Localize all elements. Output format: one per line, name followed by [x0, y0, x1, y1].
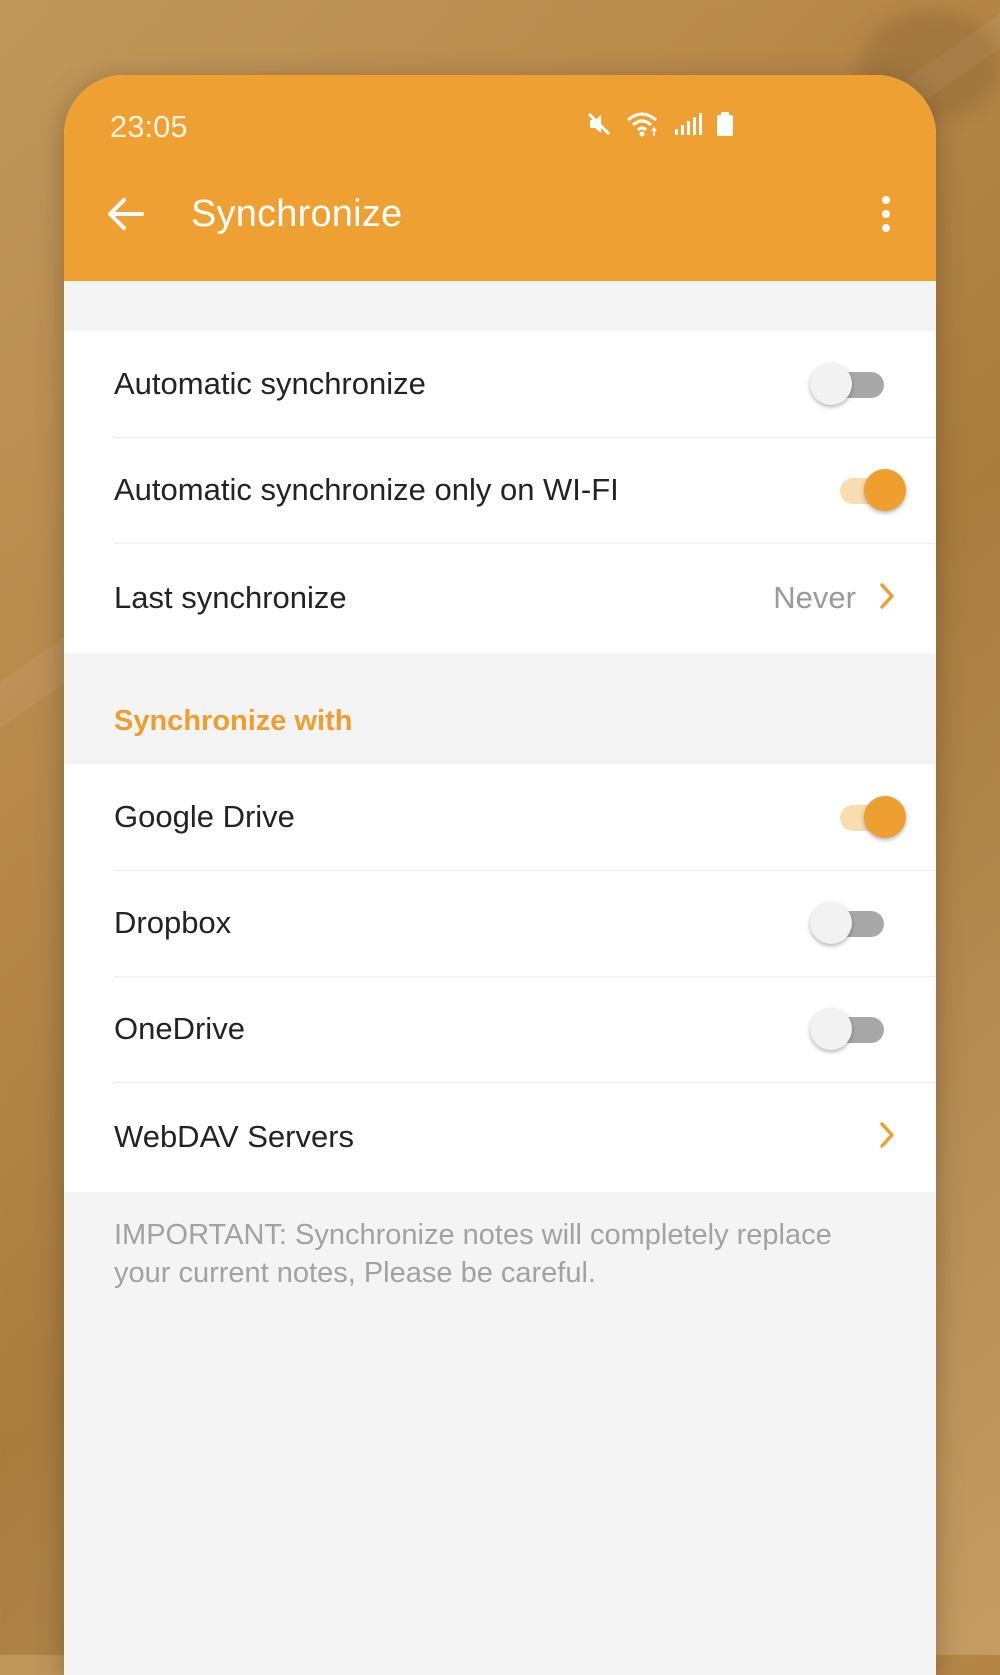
warning-note: IMPORTANT: Synchronize notes will comple… [114, 1219, 832, 1289]
arrow-left-icon [106, 197, 144, 236]
setting-wifi-only[interactable]: Automatic synchronize only on WI-FI [64, 437, 936, 543]
onedrive-toggle[interactable] [810, 1007, 888, 1051]
automatic-sync-toggle[interactable] [810, 362, 888, 406]
chevron-right-icon [878, 582, 896, 615]
section-header: Synchronize with [64, 653, 936, 764]
setting-label: Last synchronize [114, 580, 347, 615]
general-settings-group: Automatic synchronize Automatic synchron… [64, 331, 936, 653]
service-webdav[interactable]: WebDAV Servers [64, 1082, 936, 1192]
setting-last-sync[interactable]: Last synchronize Never [64, 543, 936, 653]
more-vertical-icon [880, 195, 892, 238]
google-drive-toggle[interactable] [824, 795, 906, 839]
chevron-right-icon [878, 1121, 896, 1154]
spacer [64, 281, 936, 331]
service-label: Google Drive [114, 799, 295, 834]
status-icons [586, 111, 734, 137]
last-sync-value: Never [773, 580, 856, 615]
service-google-drive[interactable]: Google Drive [64, 764, 936, 870]
page-title: Synchronize [191, 193, 403, 235]
service-onedrive[interactable]: OneDrive [64, 976, 936, 1082]
dropbox-toggle[interactable] [810, 901, 888, 945]
wifi-only-toggle[interactable] [824, 468, 906, 512]
setting-automatic-sync[interactable]: Automatic synchronize [64, 331, 936, 437]
signal-icon [674, 111, 702, 137]
section-title: Synchronize with [114, 705, 353, 737]
setting-label: Automatic synchronize [114, 366, 426, 401]
service-label: Dropbox [114, 905, 232, 940]
sync-services-group: Google Drive Dropbox OneDrive WebDAV Ser… [64, 764, 936, 1192]
battery-icon [716, 111, 734, 137]
back-button[interactable] [100, 191, 150, 241]
setting-label: Automatic synchronize only on WI-FI [114, 472, 619, 507]
mute-icon [586, 111, 612, 137]
app-bar: 23:05 Synchronize [64, 75, 936, 281]
more-options-button[interactable] [864, 191, 908, 241]
wifi-icon [626, 111, 660, 137]
service-dropbox[interactable]: Dropbox [64, 870, 936, 976]
status-time: 23:05 [110, 109, 188, 144]
service-label: WebDAV Servers [114, 1119, 355, 1154]
phone-screen: 23:05 Synchronize Automatic synchronize … [64, 75, 936, 1675]
service-label: OneDrive [114, 1011, 245, 1046]
